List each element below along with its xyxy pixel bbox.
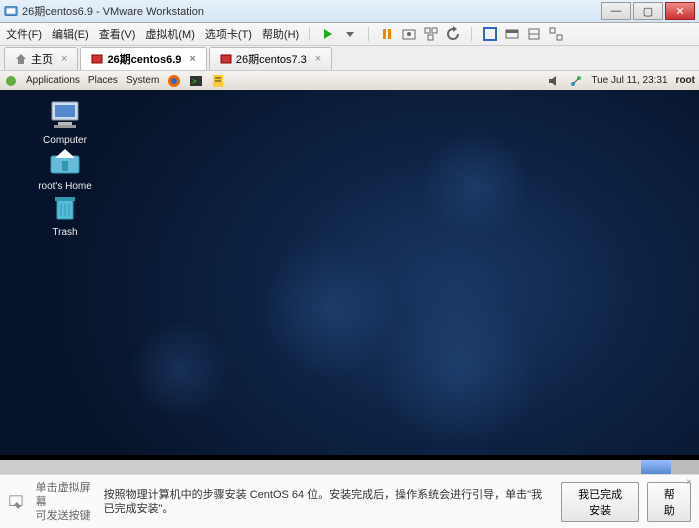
unity-icon[interactable]	[504, 26, 520, 42]
menu-places[interactable]: Places	[88, 75, 118, 86]
tab-home-label: 主页	[31, 51, 53, 67]
tab-close-icon[interactable]: ×	[61, 53, 67, 65]
install-message: 按照物理计算机中的步骤安装 CentOS 64 位。安装完成后，操作系统会进行引…	[104, 488, 551, 516]
scrollbar-track[interactable]	[0, 460, 641, 474]
window-title: 26期centos6.9 - VMware Workstation	[22, 3, 601, 19]
tab-close-icon[interactable]: ×	[189, 53, 195, 65]
menu-help[interactable]: 帮助(H)	[262, 26, 299, 42]
gnome-desktop[interactable]: Computer root's Home Trash	[0, 90, 699, 455]
gnome-foot-icon	[4, 74, 18, 88]
console-scrollbar[interactable]	[0, 460, 699, 474]
terminal-icon[interactable]: >	[189, 74, 203, 88]
separator	[368, 27, 369, 41]
tab-centos69[interactable]: 26期centos6.9 ×	[80, 47, 206, 70]
menu-edit[interactable]: 编辑(E)	[52, 26, 89, 42]
desktop-icon-label: Trash	[30, 227, 100, 238]
menu-file[interactable]: 文件(F)	[6, 26, 42, 42]
window-titlebar: 26期centos6.9 - VMware Workstation — ▢ ✕	[0, 0, 699, 23]
menu-vm[interactable]: 虚拟机(M)	[145, 26, 195, 42]
status-close-icon[interactable]: ×	[683, 477, 695, 489]
menu-system[interactable]: System	[126, 75, 159, 86]
tab-centos73-label: 26期centos7.3	[236, 51, 307, 67]
tab-centos73[interactable]: 26期centos7.3 ×	[209, 47, 332, 70]
maximize-button[interactable]: ▢	[633, 2, 663, 20]
home-folder-icon	[48, 146, 82, 176]
tab-bar: 主页 × 26期centos6.9 × 26期centos7.3 ×	[0, 46, 699, 71]
user-label[interactable]: root	[676, 75, 695, 86]
power-on-icon[interactable]	[320, 26, 336, 42]
install-done-button[interactable]: 我已完成安装	[561, 482, 640, 522]
wallpaper-blob	[130, 320, 230, 420]
desktop-icon-home[interactable]: root's Home	[30, 146, 100, 192]
menu-view[interactable]: 查看(V)	[99, 26, 136, 42]
tab-centos69-label: 26期centos6.9	[107, 51, 181, 67]
separator	[471, 27, 472, 41]
menu-bar: 文件(F) 编辑(E) 查看(V) 虚拟机(M) 选项卡(T) 帮助(H)	[0, 23, 699, 46]
scrollbar-button-right[interactable]	[685, 460, 699, 474]
hint-text: 单击虚拟屏幕 可发送按键	[36, 481, 94, 523]
fullscreen-icon[interactable]	[482, 26, 498, 42]
clock[interactable]: Tue Jul 11, 23:31	[591, 75, 667, 86]
trash-icon	[48, 192, 82, 222]
suspend-icon[interactable]	[379, 26, 395, 42]
separator	[309, 27, 310, 41]
window-controls: — ▢ ✕	[601, 2, 695, 20]
desktop-icon-computer[interactable]: Computer	[30, 100, 100, 146]
scrollbar-thumb[interactable]	[641, 460, 671, 474]
close-button[interactable]: ✕	[665, 2, 695, 20]
firefox-icon[interactable]	[167, 74, 181, 88]
desktop-icon-label: root's Home	[30, 181, 100, 192]
computer-icon	[48, 100, 82, 130]
scrollbar-button-left[interactable]	[671, 460, 685, 474]
wallpaper-blob	[380, 290, 540, 450]
hint-line1: 单击虚拟屏幕	[36, 481, 94, 509]
wallpaper-blob	[260, 240, 400, 380]
click-screen-icon	[8, 492, 26, 512]
tab-home[interactable]: 主页 ×	[4, 47, 78, 70]
home-icon	[15, 53, 27, 65]
vm-icon	[91, 53, 103, 65]
vm-console[interactable]: Applications Places System > Tue Jul 11,…	[0, 71, 699, 474]
desktop-icon-label: Computer	[30, 135, 100, 146]
minimize-button[interactable]: —	[601, 2, 631, 20]
vm-icon	[220, 53, 232, 65]
tab-close-icon[interactable]: ×	[315, 53, 321, 65]
hint-line2: 可发送按键	[36, 509, 94, 523]
network-icon[interactable]	[569, 74, 583, 88]
power-dropdown-icon[interactable]	[342, 26, 358, 42]
revert-icon[interactable]	[445, 26, 461, 42]
menu-tabs[interactable]: 选项卡(T)	[205, 26, 252, 42]
text-editor-icon[interactable]	[211, 74, 225, 88]
console-view-icon[interactable]	[526, 26, 542, 42]
svg-text:>: >	[192, 77, 197, 86]
snapshot-manager-icon[interactable]	[423, 26, 439, 42]
menu-applications[interactable]: Applications	[26, 75, 80, 86]
thumbnail-icon[interactable]	[548, 26, 564, 42]
desktop-icon-trash[interactable]: Trash	[30, 192, 100, 238]
volume-icon[interactable]	[547, 74, 561, 88]
snapshot-icon[interactable]	[401, 26, 417, 42]
gnome-top-panel: Applications Places System > Tue Jul 11,…	[0, 71, 699, 90]
wallpaper-blob	[420, 130, 530, 240]
status-bar: × 单击虚拟屏幕 可发送按键 按照物理计算机中的步骤安装 CentOS 64 位…	[0, 474, 699, 528]
vmware-app-icon	[4, 4, 18, 18]
